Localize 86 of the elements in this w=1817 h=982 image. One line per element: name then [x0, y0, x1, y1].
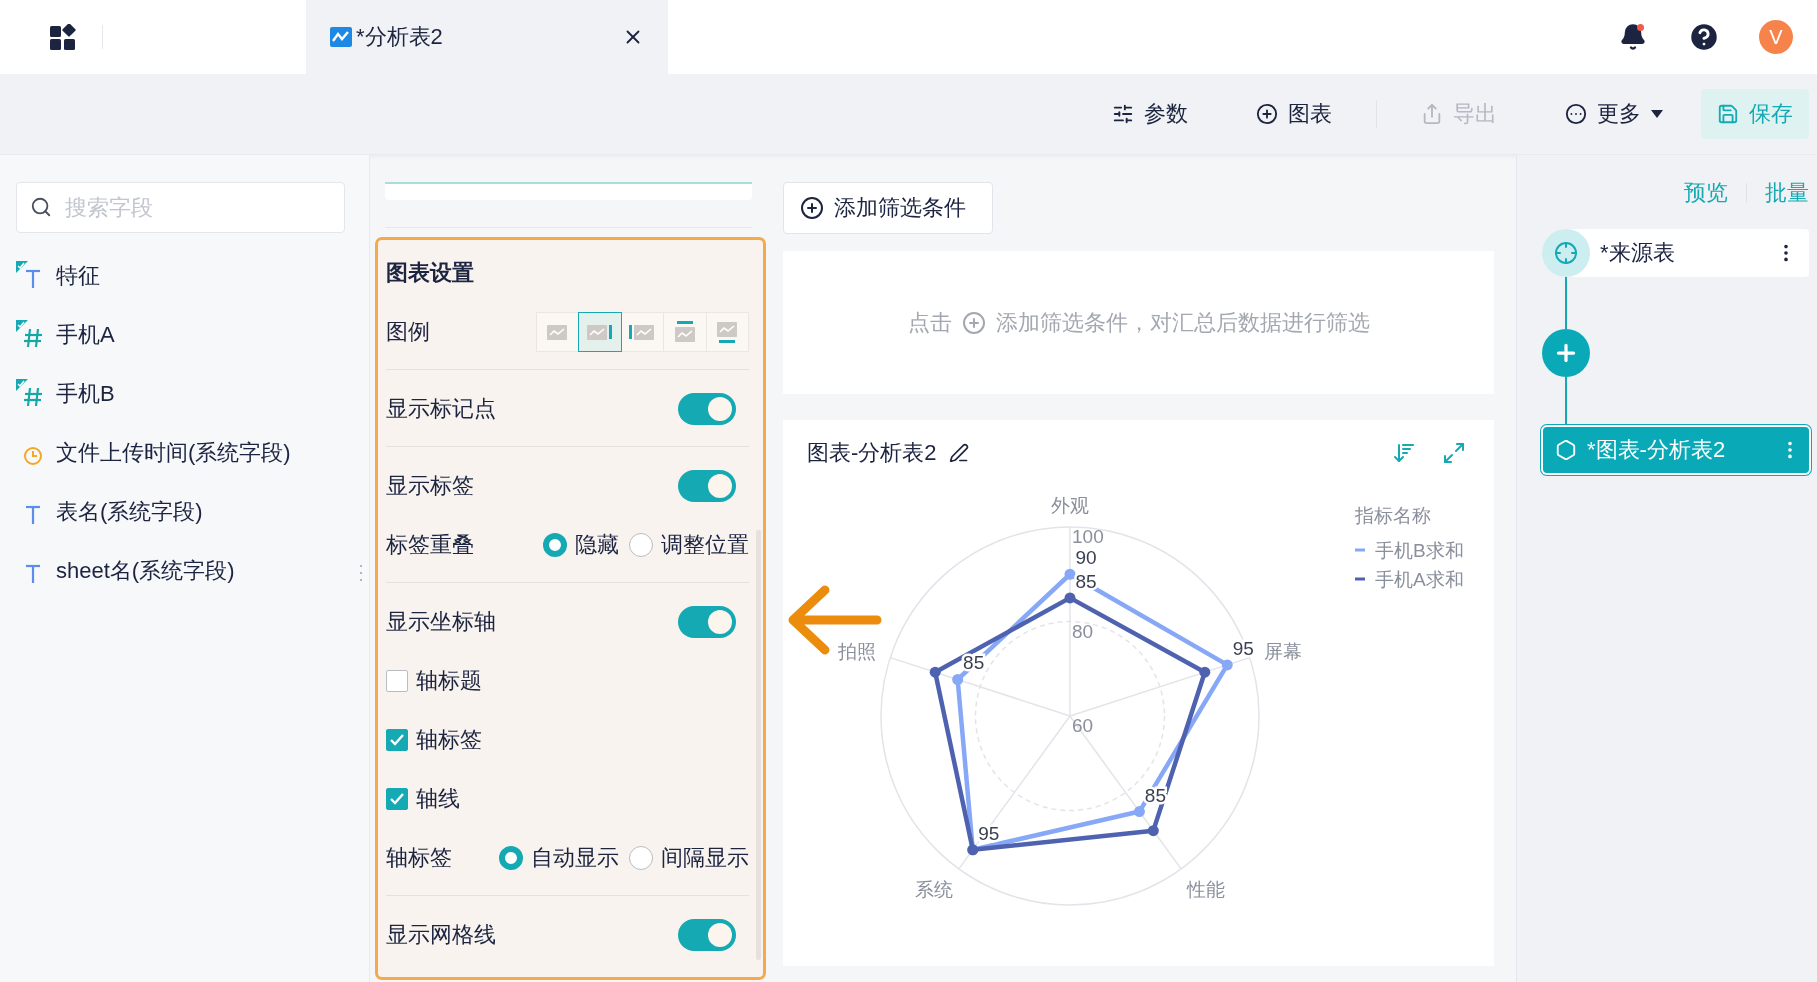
tick-label: 60: [1072, 715, 1094, 736]
hint-text: 添加筛选条件，对汇总后数据进行筛选: [995, 308, 1370, 337]
chart-title: 图表-分析表2: [807, 439, 937, 467]
radio-label: 隐藏: [575, 530, 619, 559]
field-item[interactable]: 特征: [16, 246, 369, 305]
axis-label: 外观: [1051, 495, 1089, 516]
data-point: [1147, 825, 1159, 837]
setting-label: 显示网格线: [386, 920, 496, 949]
add-step-button[interactable]: [1542, 329, 1590, 377]
legend-title: 指标名称: [1355, 505, 1431, 526]
add-filter-button[interactable]: 添加筛选条件: [783, 182, 993, 234]
tab-title: *分析表2: [356, 23, 444, 51]
line-chart-icon: [330, 27, 352, 47]
caret-icon: [1651, 110, 1663, 118]
toggle-switch[interactable]: [678, 918, 736, 951]
checkbox[interactable]: [386, 728, 408, 751]
check-icon: [389, 791, 405, 806]
field-item[interactable]: 表名(系统字段): [16, 482, 369, 541]
tick-label: 80: [1072, 620, 1094, 642]
sliders-icon: [1112, 103, 1134, 125]
setting-label: 轴标签: [386, 843, 452, 872]
setting-label: 图例: [386, 317, 430, 346]
radio-label: 间隔显示: [661, 843, 749, 872]
hint-text: 点击: [907, 308, 952, 337]
checkbox[interactable]: [386, 787, 408, 810]
field-item[interactable]: 手机B: [16, 364, 369, 423]
radio-button[interactable]: [543, 532, 567, 557]
expand-icon[interactable]: [1442, 441, 1466, 465]
toggle-switch[interactable]: [678, 605, 736, 638]
toolbar-button[interactable]: 参数: [1082, 89, 1218, 139]
setting-label: 显示坐标轴: [386, 607, 496, 636]
radio-label: 自动显示: [531, 843, 619, 872]
plus-circle-icon: [1256, 103, 1278, 125]
toolbar-button[interactable]: 更多: [1535, 89, 1693, 139]
data-point: [929, 666, 941, 678]
legend-position-option[interactable]: [578, 311, 622, 352]
plus-circle-icon: [961, 310, 986, 335]
crosshair-icon: [1554, 241, 1578, 265]
checkbox-label: 轴线: [416, 784, 460, 813]
tick-label: 100: [1072, 526, 1104, 547]
apps-icon[interactable]: [50, 24, 76, 50]
export-icon: [1421, 103, 1443, 125]
data-point: [1064, 568, 1076, 580]
field-item[interactable]: 手机A: [16, 305, 369, 364]
checkbox-label: 轴标题: [416, 666, 482, 695]
axis-label: 系统: [915, 878, 954, 900]
data-point: [1064, 592, 1076, 604]
axis-label: 屏幕: [1263, 641, 1302, 663]
hexagon-icon: [1555, 439, 1577, 461]
save-icon: [1717, 103, 1739, 125]
axis-label: 性能: [1186, 878, 1225, 900]
sort-icon[interactable]: [1392, 441, 1416, 465]
data-label: 95: [978, 822, 1000, 844]
ellipsis-circle-icon: [1565, 103, 1587, 125]
setting-label: 显示标签: [386, 471, 474, 500]
radio-button[interactable]: [629, 532, 653, 557]
data-point: [952, 674, 964, 685]
radio-button[interactable]: [499, 845, 523, 870]
axis-label: 拍照: [838, 641, 877, 663]
setting-label: 标签重叠: [386, 530, 474, 559]
panel-title: 图表设置: [386, 259, 475, 287]
checkbox[interactable]: [386, 669, 408, 692]
data-point: [1221, 659, 1233, 671]
setting-label: 显示标记点: [386, 394, 496, 423]
search-icon: [30, 196, 52, 218]
bell-icon: [1619, 23, 1647, 51]
check-icon: [389, 732, 405, 747]
document-tab[interactable]: *分析表2: [306, 0, 668, 74]
field-item[interactable]: 文件上传时间(系统字段): [16, 423, 369, 482]
data-point: [1199, 666, 1211, 678]
toolbar-button[interactable]: 图表: [1226, 89, 1362, 139]
source-node[interactable]: *来源表: [1542, 229, 1809, 277]
radio-button[interactable]: [629, 845, 653, 870]
checkbox-label: 轴标签: [416, 725, 482, 754]
toggle-switch[interactable]: [678, 469, 736, 502]
legend-swatch: [1355, 577, 1365, 581]
plus-circle-icon: [800, 196, 824, 220]
edit-icon[interactable]: [948, 443, 969, 463]
toggle-switch[interactable]: [678, 392, 736, 425]
legend-swatch: [1355, 548, 1365, 552]
data-label: 95: [1232, 637, 1254, 659]
search-field[interactable]: 搜索字段: [16, 182, 345, 233]
field-item[interactable]: sheet名(系统字段): [16, 541, 369, 600]
radio-label: 调整位置: [661, 530, 749, 559]
data-point: [1133, 806, 1145, 818]
data-label: 90: [1075, 547, 1097, 569]
